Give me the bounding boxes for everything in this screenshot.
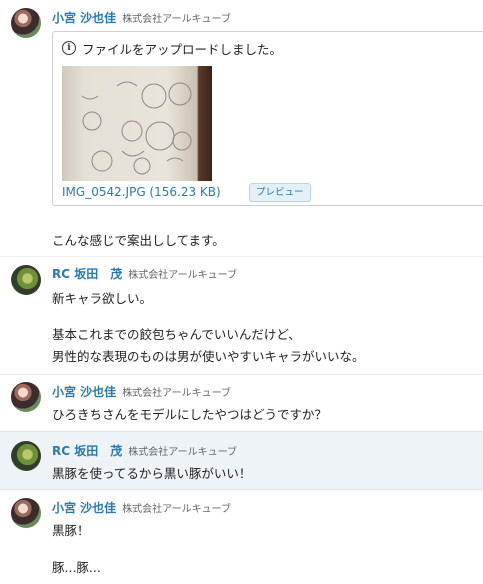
message-text-line-1: 新キャラ欲しい。 xyxy=(52,291,153,306)
message-text-line-3: 男性的な表現のものは男が使いやすいキャラがいいな。 xyxy=(52,349,365,364)
avatar[interactable] xyxy=(11,265,41,295)
message-text-line-1: 黒豚！ xyxy=(52,523,90,538)
sender-name-text[interactable]: 小宮 沙也佳 xyxy=(52,385,116,399)
message-5: 小宮 沙也佳 株式会社アールキューブ 黒豚！ 豚...豚... xyxy=(0,490,483,584)
sender-name-text[interactable]: RC 坂田 茂 xyxy=(52,444,122,458)
message-2: RC 坂田 茂株式会社アールキューブ 新キャラ欲しい。 基本これまでの餃包ちゃん… xyxy=(0,257,483,374)
avatar[interactable] xyxy=(11,441,41,471)
sender-name-text[interactable]: 小宮 沙也佳 xyxy=(52,501,116,515)
upload-notice-text: ファイルをアップロードしました。 xyxy=(82,42,283,57)
sender-name-text[interactable]: 小宮 沙也佳 xyxy=(52,11,116,25)
message-1: 小宮 沙也佳 株式会社アールキューブ i ファイルをアップロードしました。 IMG… xyxy=(0,0,483,256)
message-3: 小宮 沙也佳 株式会社アールキューブ ひろきちさんをモデルにしたやつはどうですか？ xyxy=(0,375,483,431)
sender-org: 株式会社アールキューブ xyxy=(128,447,238,458)
message-text-line-2: 基本これまでの餃包ちゃんでいいんだけど、 xyxy=(52,327,301,342)
sender-name-text[interactable]: RC 坂田 茂 xyxy=(52,267,122,281)
message-text: 黒豚を使ってるから黒い豚がいい！ xyxy=(52,466,252,481)
sender-org: 株式会社アールキューブ xyxy=(122,504,231,515)
avatar[interactable] xyxy=(11,8,41,38)
sketch-drawing xyxy=(81,81,192,175)
sender-name[interactable]: RC 坂田 茂株式会社アールキューブ xyxy=(52,442,237,459)
avatar[interactable] xyxy=(11,382,41,412)
sender-org: 株式会社アールキューブ xyxy=(122,14,231,25)
preview-button[interactable]: プレビュー xyxy=(249,183,311,202)
message-4: RC 坂田 茂株式会社アールキューブ 黒豚を使ってるから黒い豚がいい！ xyxy=(0,431,483,490)
file-link[interactable]: IMG_0542.JPG (156.23 KB) xyxy=(62,185,221,199)
sender-name[interactable]: RC 坂田 茂株式会社アールキューブ xyxy=(52,265,237,282)
file-upload-notice: i ファイルをアップロードしました。 IMG_0542.JPG (156.23 … xyxy=(52,31,483,206)
sender-name[interactable]: 小宮 沙也佳 株式会社アールキューブ xyxy=(52,499,231,516)
sender-org: 株式会社アールキューブ xyxy=(122,388,231,399)
message-text: ひろきちさんをモデルにしたやつはどうですか？ xyxy=(52,407,328,422)
sender-org: 株式会社アールキューブ xyxy=(128,270,238,281)
image-thumbnail[interactable] xyxy=(62,66,212,181)
message-text-line-2: 豚...豚... xyxy=(52,560,101,575)
message-text: こんな感じで案出ししてます。 xyxy=(52,233,225,248)
info-icon: i xyxy=(62,41,76,55)
sender-name[interactable]: 小宮 沙也佳 株式会社アールキューブ xyxy=(52,9,231,26)
sender-name[interactable]: 小宮 沙也佳 株式会社アールキューブ xyxy=(52,383,231,400)
avatar[interactable] xyxy=(11,498,41,528)
